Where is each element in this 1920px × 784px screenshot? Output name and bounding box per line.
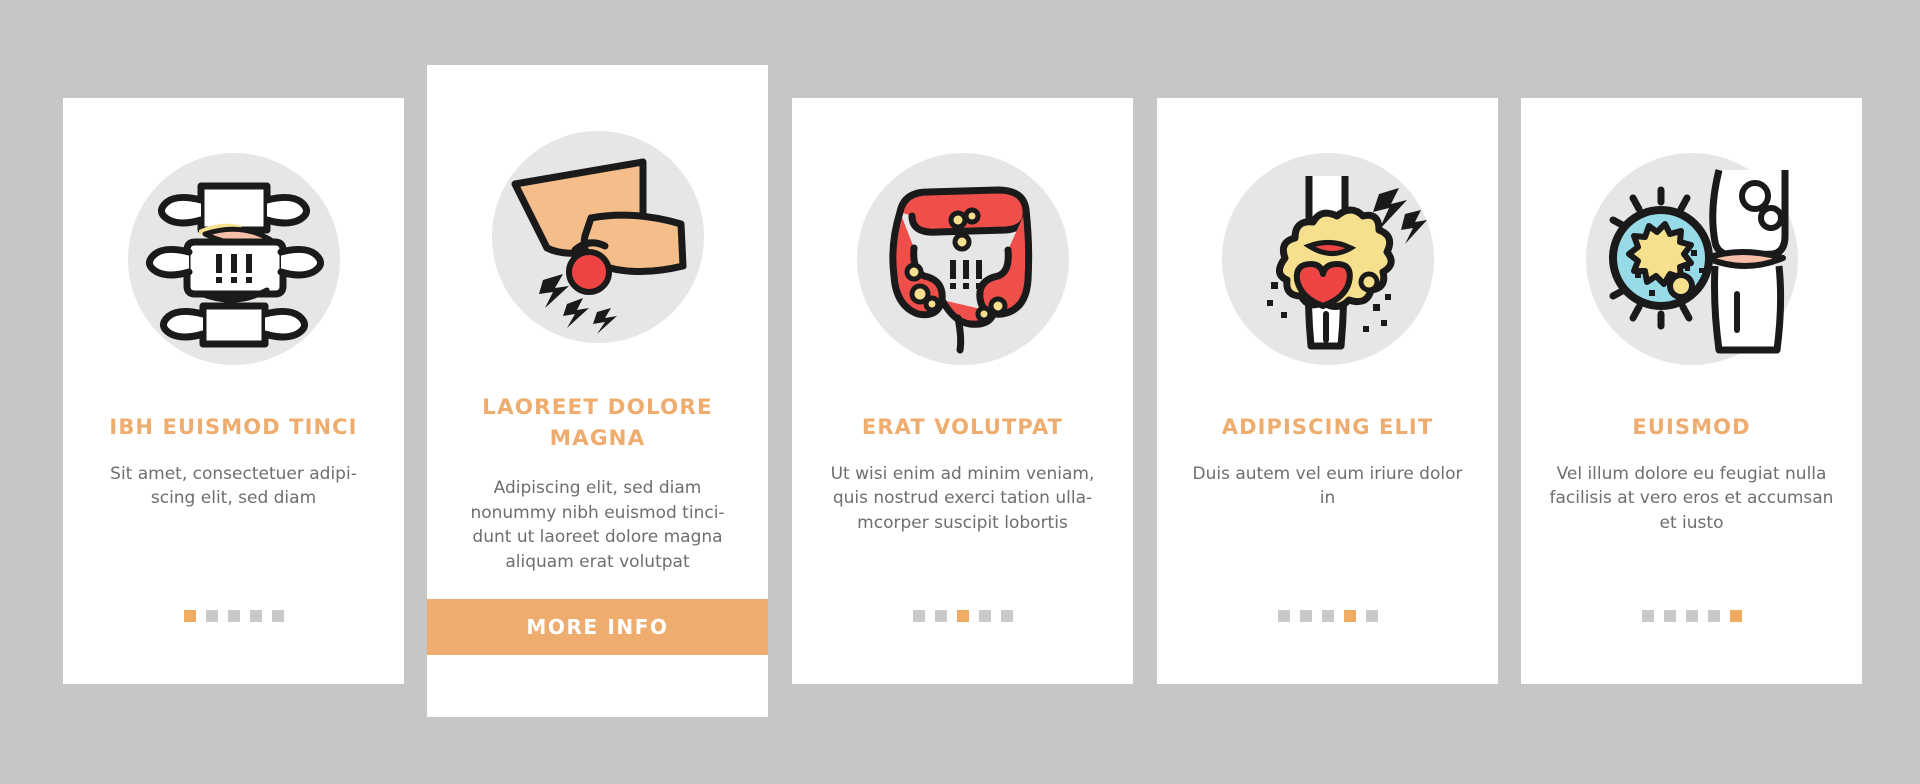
pagination-dot[interactable] bbox=[1707, 610, 1720, 622]
pagination-dot[interactable] bbox=[912, 610, 925, 622]
onboarding-card-3[interactable]: ERAT VOLUTPAT Ut wisi enim ad minim veni… bbox=[792, 98, 1133, 684]
pagination-dot[interactable] bbox=[1685, 610, 1698, 622]
pagination-dots-5[interactable] bbox=[1641, 610, 1742, 622]
pagination-dots-3[interactable] bbox=[912, 610, 1013, 622]
onboarding-card-2-featured[interactable]: LAOREET DOLORE MAGNA Adipiscing elit, se… bbox=[427, 65, 768, 717]
elbow-pain-icon bbox=[491, 131, 704, 343]
knee-joint-inflammation-icon bbox=[1221, 153, 1434, 365]
pagination-dots-1[interactable] bbox=[183, 610, 284, 622]
pagination-dot[interactable] bbox=[227, 610, 240, 622]
pagination-dot[interactable] bbox=[1299, 610, 1312, 622]
onboarding-card-4[interactable]: ADIPISCING ELIT Duis autem vel eum iriur… bbox=[1157, 98, 1498, 684]
pagination-dot[interactable] bbox=[934, 610, 947, 622]
onboarding-card-5[interactable]: EUISMOD Vel illum dolore eu feugiat null… bbox=[1521, 98, 1862, 684]
onboarding-card-1[interactable]: IBH EUISMOD TINCI Sit amet, consectetuer… bbox=[63, 98, 404, 684]
intestine-colon-icon bbox=[856, 153, 1069, 365]
pagination-dot[interactable] bbox=[1641, 610, 1654, 622]
pagination-dot[interactable] bbox=[1321, 610, 1334, 622]
card-description: Sit amet, consectetuer adipi-scing elit,… bbox=[110, 463, 357, 509]
card-description: Ut wisi enim ad minim veniam, quis nostr… bbox=[830, 463, 1095, 534]
pagination-dots-4[interactable] bbox=[1277, 610, 1378, 622]
onboarding-card-stage: IBH EUISMOD TINCI Sit amet, consectetuer… bbox=[0, 0, 1920, 784]
card-description: Vel illum dolore eu feugiat nulla facili… bbox=[1549, 463, 1834, 534]
pagination-dot[interactable] bbox=[1365, 610, 1378, 622]
pagination-dot[interactable] bbox=[205, 610, 218, 622]
card-title: LAOREET DOLORE MAGNA bbox=[482, 395, 713, 451]
card-description: Adipiscing elit, sed diam nonummy nibh e… bbox=[470, 478, 725, 572]
pagination-dot[interactable] bbox=[183, 610, 196, 622]
spine-vertebrae-icon bbox=[127, 153, 340, 365]
card-title: EUISMOD bbox=[1632, 415, 1751, 439]
joint-bacteria-magnifier-icon bbox=[1585, 153, 1798, 365]
pagination-dot[interactable] bbox=[1277, 610, 1290, 622]
pagination-dot[interactable] bbox=[1000, 610, 1013, 622]
pagination-dot[interactable] bbox=[1663, 610, 1676, 622]
pagination-dot[interactable] bbox=[1343, 610, 1356, 622]
more-info-button[interactable]: MORE INFO bbox=[427, 599, 768, 655]
pagination-dot[interactable] bbox=[271, 610, 284, 622]
card-title: ERAT VOLUTPAT bbox=[861, 415, 1064, 439]
card-description: Duis autem vel eum iriure dolor in bbox=[1192, 463, 1463, 509]
pagination-dot[interactable] bbox=[956, 610, 969, 622]
card-title: IBH EUISMOD TINCI bbox=[109, 415, 358, 439]
card-title: ADIPISCING ELIT bbox=[1221, 415, 1434, 439]
pagination-dot[interactable] bbox=[249, 610, 262, 622]
pagination-dot[interactable] bbox=[1729, 610, 1742, 622]
pagination-dot[interactable] bbox=[978, 610, 991, 622]
